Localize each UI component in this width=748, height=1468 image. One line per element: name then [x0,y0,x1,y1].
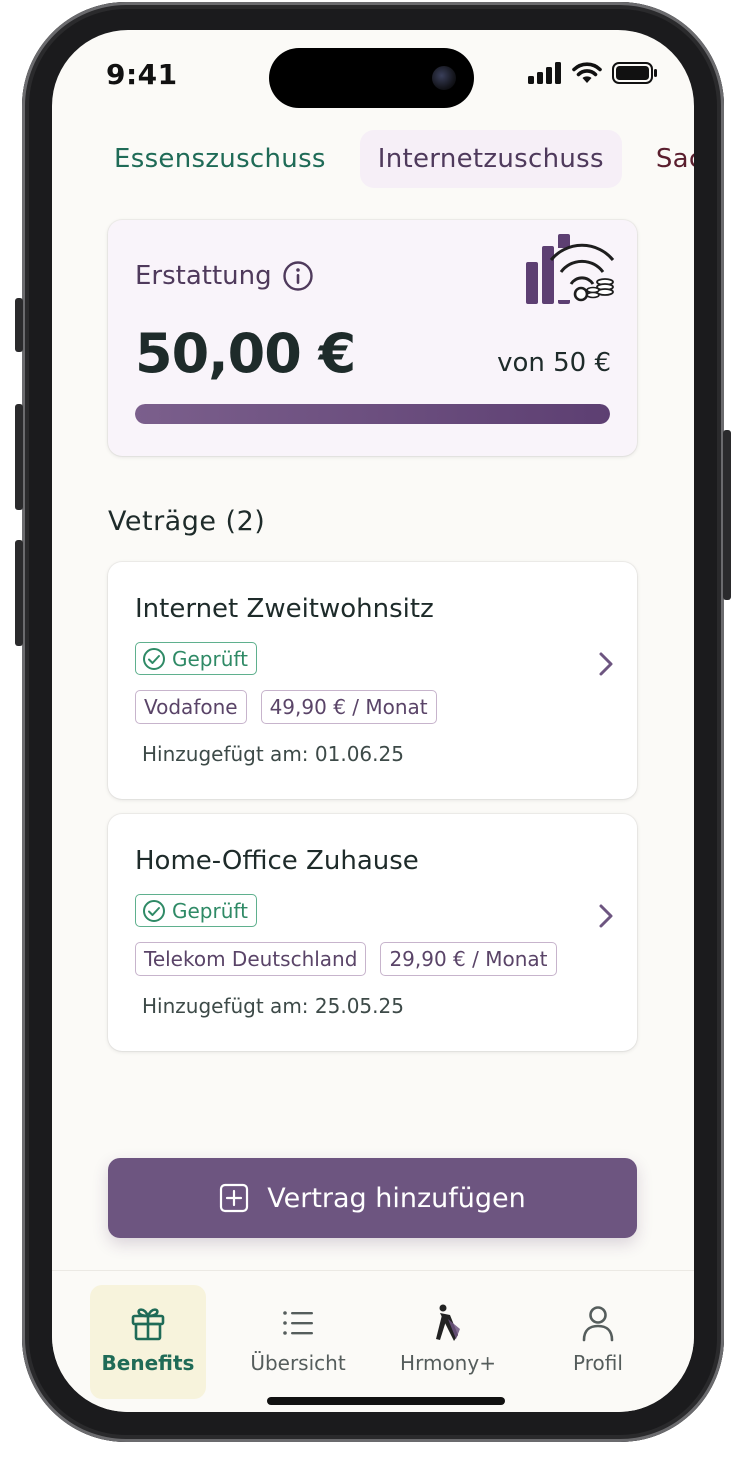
chevron-right-icon[interactable] [597,650,615,678]
status-time: 9:41 [106,58,178,91]
check-circle-icon [143,899,165,922]
verified-badge: Geprüft [135,894,257,927]
volume-up-button [15,404,23,510]
provider-chip: Telekom Deutschland [135,942,367,976]
verified-badge: Geprüft [135,642,257,675]
volume-down-button [15,540,23,646]
provider-chip: Vodafone [135,690,247,724]
gift-icon [131,1308,165,1341]
refund-label: Erstattung [135,261,272,291]
contract-chips: Telekom Deutschland 29,90 € / Monat [135,942,557,976]
tab-essenszuschuss[interactable]: Essenszuschuss [102,130,338,188]
status-icons [528,62,658,84]
plus-square-icon [220,1183,249,1213]
list-icon [283,1311,313,1335]
contract-card[interactable]: Home-Office Zuhause Geprüft Telekom Deut… [108,814,637,1051]
info-icon[interactable] [282,260,314,292]
refund-progress-bar [135,404,610,424]
price-chip: 49,90 € / Monat [260,690,437,724]
contract-title: Home-Office Zuhause [135,846,419,876]
internet-refund-illustration-icon [526,234,616,304]
nav-benefits[interactable]: Benefits [90,1285,206,1399]
nav-label: Übersicht [250,1351,346,1375]
home-indicator[interactable] [267,1397,505,1405]
nav-profil[interactable]: Profil [540,1285,656,1399]
refund-amount: 50,00 € [135,322,356,385]
price-chip: 29,90 € / Monat [380,942,557,976]
chevron-right-icon[interactable] [597,902,615,930]
contract-card[interactable]: Internet Zweitwohnsitz Geprüft Vodafone … [108,562,637,799]
contract-added-date: Hinzugefügt am: 25.05.25 [142,994,404,1018]
contract-chips: Vodafone 49,90 € / Monat [135,690,437,724]
nav-label: Benefits [101,1351,195,1375]
dynamic-island [269,48,474,108]
refund-card: Erstattung 50,00 € von 50 € [108,220,637,456]
tab-internetzuschuss[interactable]: Internetzuschuss [359,130,622,188]
user-icon [582,1306,614,1342]
refund-label-row: Erstattung [135,260,314,292]
camera-icon [432,66,456,90]
refund-limit: von 50 € [497,348,611,378]
refund-progress-fill [135,404,610,424]
nav-hrmony-plus[interactable]: Hrmony+ [390,1285,506,1399]
battery-icon [612,62,657,84]
signal-icon [528,62,561,84]
mute-switch [15,298,23,352]
contract-added-date: Hinzugefügt am: 01.06.25 [142,742,404,766]
verified-badge-label: Geprüft [172,898,248,923]
benefit-tabs: Essenszuschuss Internetzuschuss Sac [102,130,694,188]
hrmony-logo-icon [436,1304,460,1341]
app-screen: 9:41 Essenszuschuss Internetzuschuss Sac… [52,30,694,1412]
contract-title: Internet Zweitwohnsitz [135,594,434,624]
add-contract-button[interactable]: Vertrag hinzufügen [108,1158,637,1238]
nav-uebersicht[interactable]: Übersicht [240,1285,356,1399]
nav-label: Profil [573,1351,623,1375]
tab-sachbezug-partial[interactable]: Sac [644,130,694,188]
add-contract-label: Vertrag hinzufügen [267,1182,526,1214]
nav-label: Hrmony+ [400,1351,496,1375]
contracts-section-title: Veträge (2) [108,506,266,537]
power-button [723,430,731,600]
bottom-navigation: Benefits Übersicht Hrmony+ Profil [52,1270,694,1412]
verified-badge-label: Geprüft [172,646,248,671]
check-circle-icon [143,647,165,670]
wifi-icon [572,62,602,83]
